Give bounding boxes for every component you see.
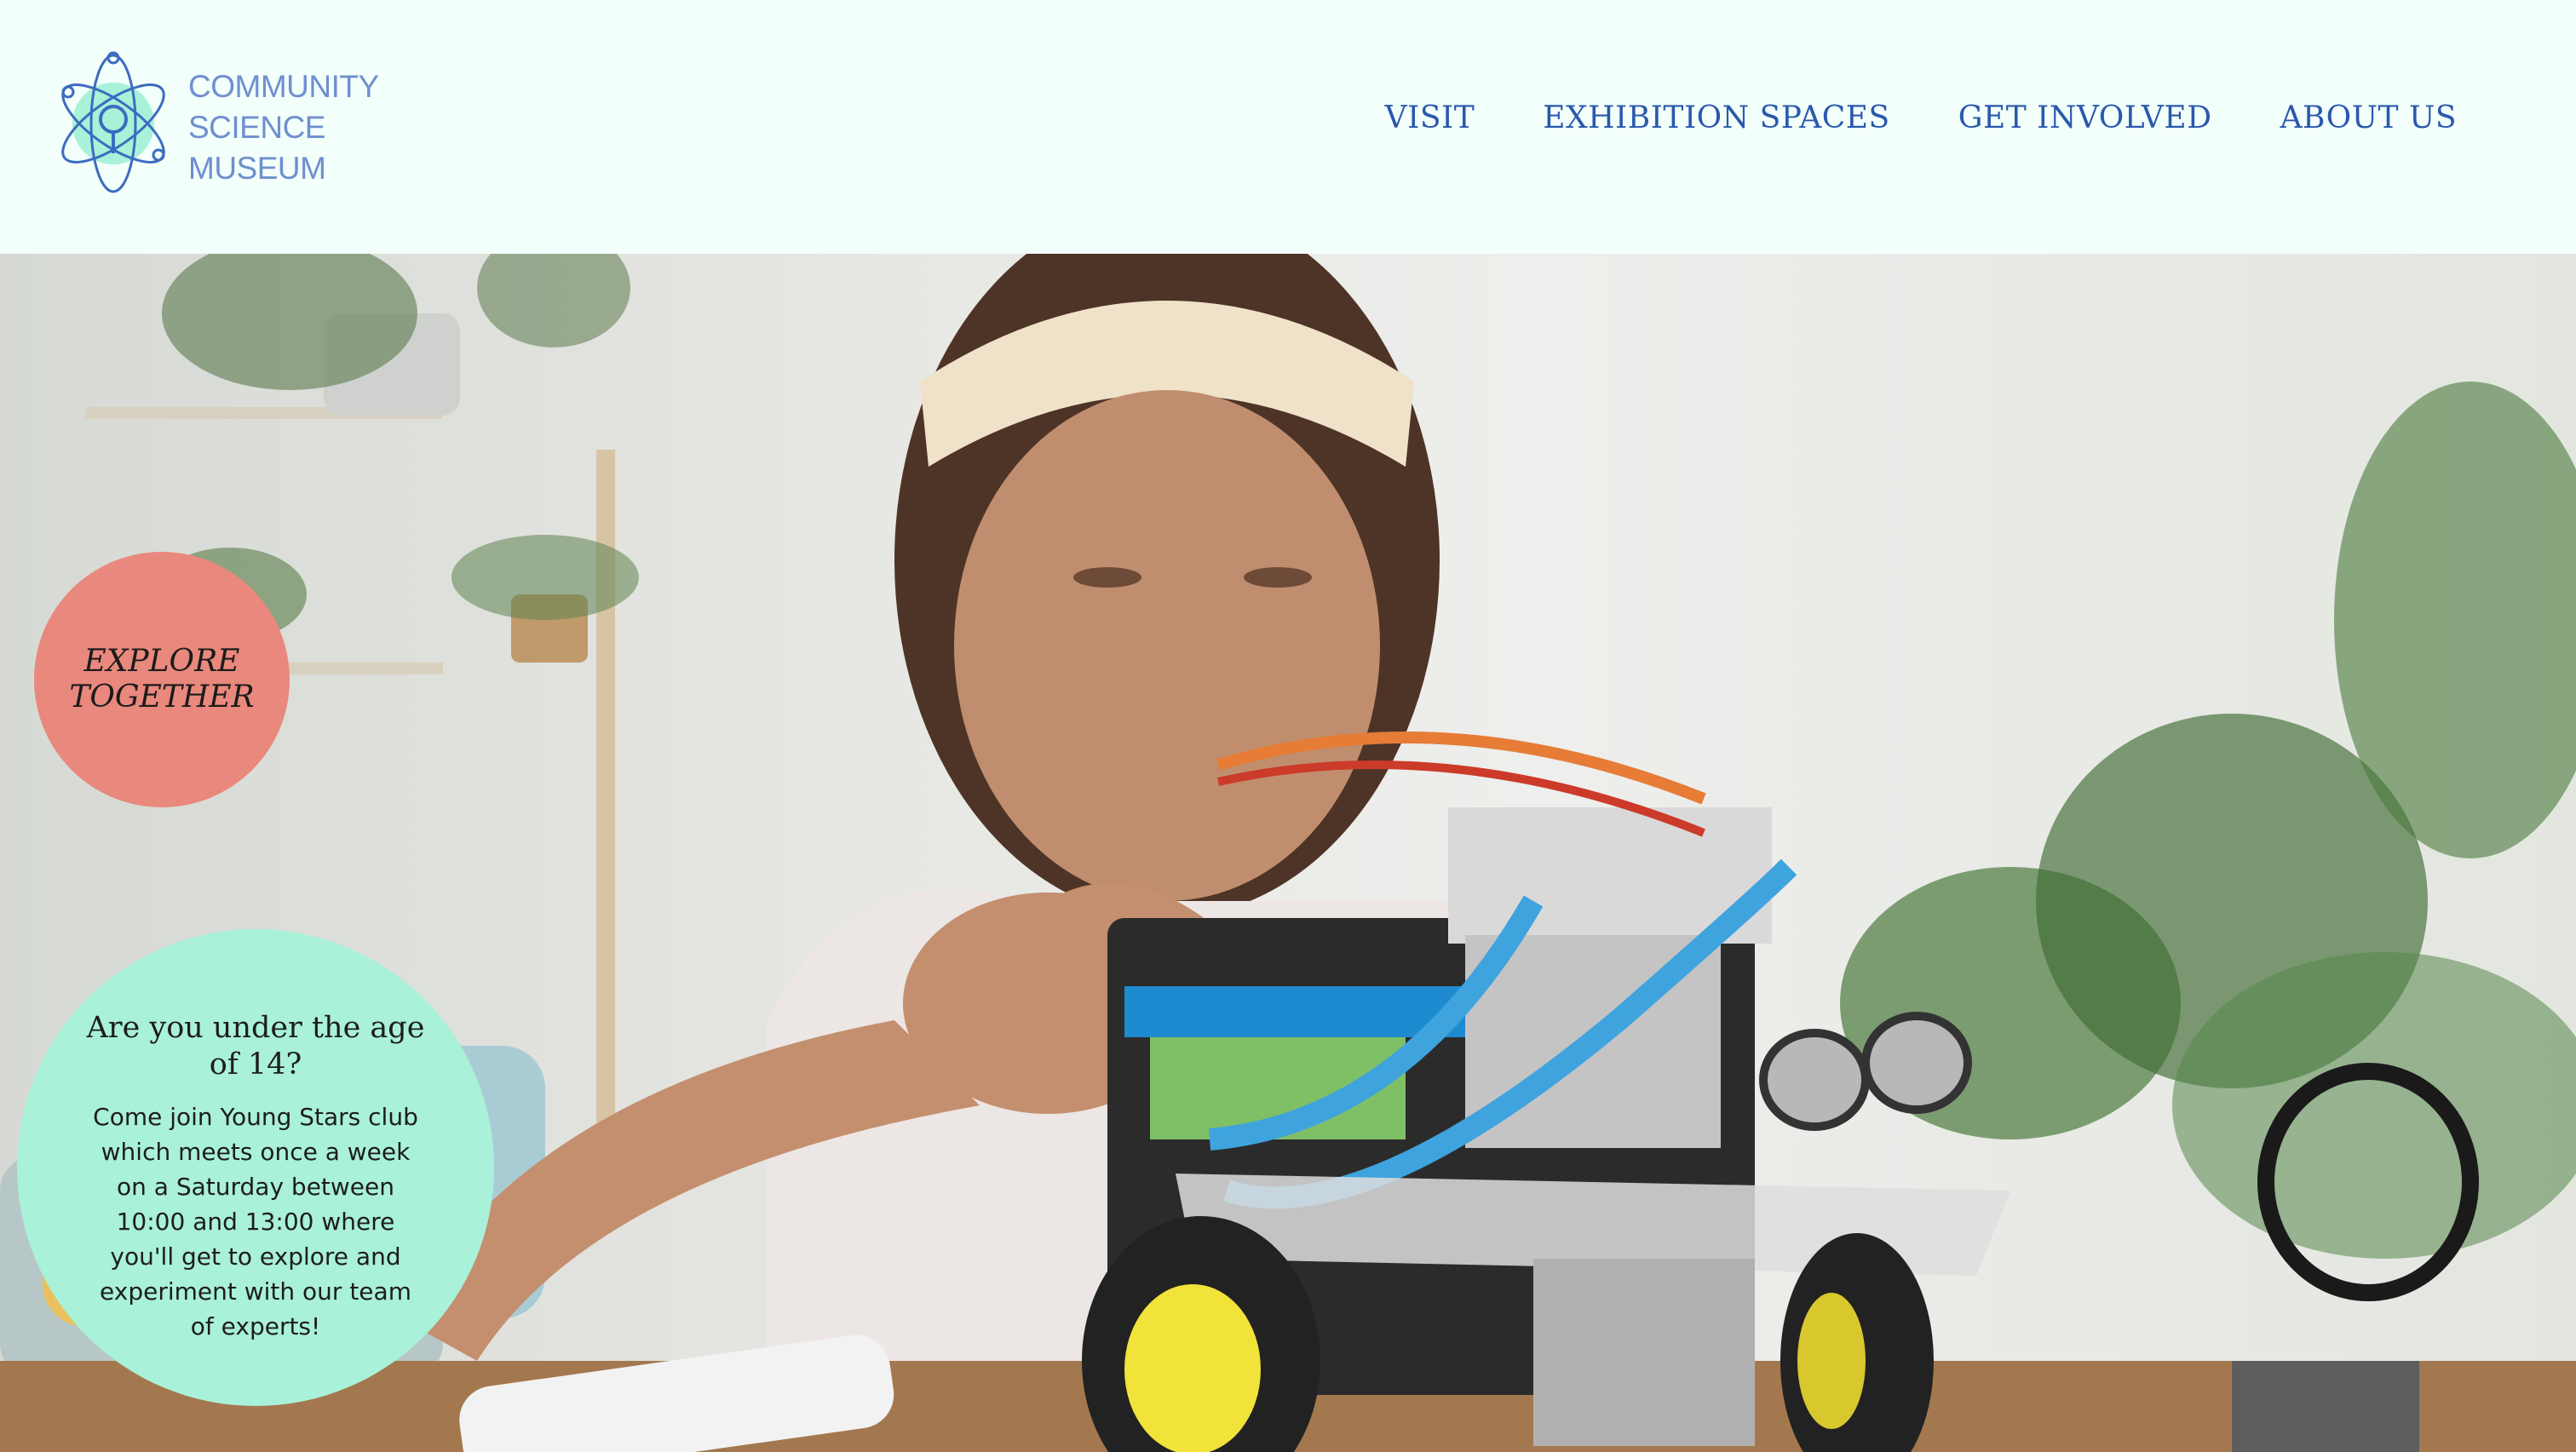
logo-wordmark: COMMUNITY SCIENCE MUSEUM	[188, 66, 379, 189]
nav-item-get-involved[interactable]: GET INVOLVED	[1958, 100, 2212, 135]
logo-line-2: SCIENCE	[188, 110, 325, 145]
explore-together-badge: EXPLORE TOGETHER	[34, 552, 290, 807]
site-logo[interactable]: COMMUNITY SCIENCE MUSEUM	[49, 51, 379, 196]
logo-line-3: MUSEUM	[188, 151, 326, 186]
nav-item-about-us[interactable]: ABOUT US	[2280, 100, 2457, 135]
site-header: COMMUNITY SCIENCE MUSEUM VISIT EXHIBITIO…	[0, 0, 2576, 254]
nav-item-exhibition-spaces[interactable]: EXHIBITION SPACES	[1543, 100, 1889, 135]
nav-item-visit[interactable]: VISIT	[1385, 100, 1475, 135]
young-stars-promo[interactable]: Are you under the age of 14? Come join Y…	[17, 929, 494, 1406]
hero-section: EXPLORE TOGETHER Are you under the age o…	[0, 254, 2576, 1452]
logo-line-1: COMMUNITY	[188, 69, 379, 104]
badge-text: EXPLORE TOGETHER	[69, 644, 255, 715]
atom-magnifier-icon	[61, 51, 165, 193]
promo-body: Come join Young Stars club which meets o…	[93, 1103, 418, 1340]
main-nav: VISIT EXHIBITION SPACES GET INVOLVED ABO…	[1385, 100, 2457, 135]
promo-title: Are you under the age of 14?	[86, 1011, 425, 1082]
